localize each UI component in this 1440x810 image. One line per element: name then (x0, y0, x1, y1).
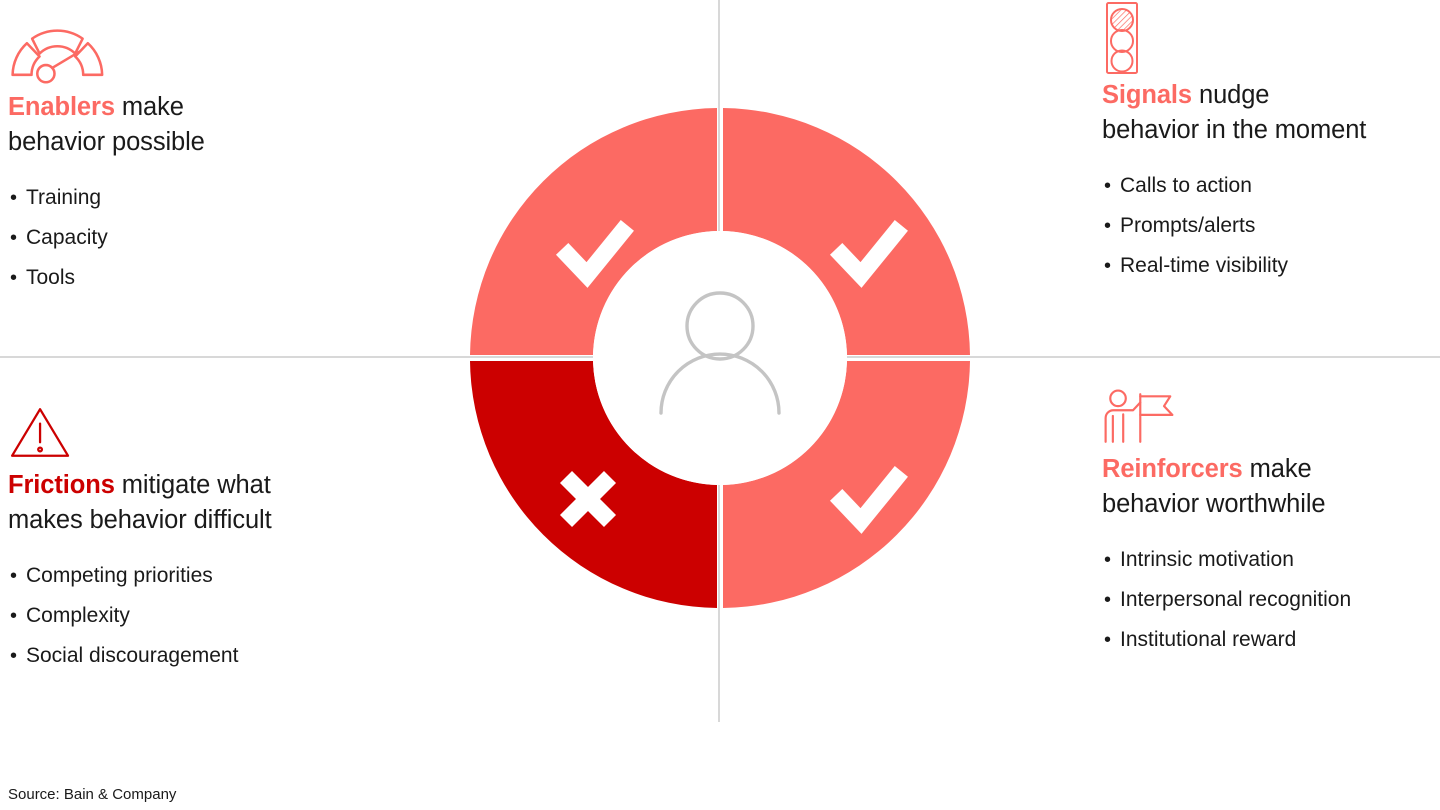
quadrant-frictions: Frictions mitigate what makes behavior d… (8, 404, 428, 676)
list-item: Calls to action (1102, 166, 1440, 206)
source-note: Source: Bain & Company (8, 786, 177, 803)
heading-keyword: Enablers (8, 93, 115, 121)
list-item: Competing priorities (8, 556, 428, 596)
bullet-list-signals: Calls to action Prompts/alerts Real-time… (1102, 166, 1440, 286)
traffic-light-icon (1106, 2, 1138, 74)
list-item: Tools (8, 258, 428, 298)
heading-line2: behavior worthwhile (1102, 490, 1326, 518)
heading-line2: behavior possible (8, 128, 205, 156)
heading-keyword: Reinforcers (1102, 455, 1243, 483)
heading-enablers: Enablers make behavior possible (8, 90, 428, 160)
bullet-list-enablers: Training Capacity Tools (8, 178, 428, 298)
warning-triangle-icon (10, 408, 70, 457)
heading-reinforcers: Reinforcers make behavior worthwhile (1102, 452, 1440, 522)
behavior-donut-chart (470, 108, 970, 608)
heading-line2: behavior in the moment (1102, 116, 1367, 144)
quadrant-signals: Signals nudge behavior in the moment Cal… (1102, 0, 1440, 286)
heading-frictions: Frictions mitigate what makes behavior d… (8, 468, 428, 538)
list-item: Training (8, 178, 428, 218)
list-item: Interpersonal recognition (1102, 580, 1440, 620)
bullet-list-frictions: Competing priorities Complexity Social d… (8, 556, 428, 676)
quadrant-reinforcers: Reinforcers make behavior worthwhile Int… (1102, 388, 1440, 660)
heading-signals: Signals nudge behavior in the moment (1102, 78, 1440, 148)
heading-rest: nudge (1192, 81, 1270, 109)
heading-rest: make (114, 93, 184, 121)
list-item: Complexity (8, 596, 428, 636)
heading-keyword: Frictions (8, 471, 115, 499)
person-flag-icon (1104, 389, 1174, 443)
list-item: Prompts/alerts (1102, 206, 1440, 246)
heading-line2: makes behavior difficult (8, 506, 272, 534)
heading-keyword: Signals (1102, 81, 1192, 109)
heading-rest: mitigate what (114, 471, 271, 499)
bullet-list-reinforcers: Intrinsic motivation Interpersonal recog… (1102, 540, 1440, 660)
list-item: Real-time visibility (1102, 246, 1440, 286)
list-item: Capacity (8, 218, 428, 258)
heading-rest: make (1242, 455, 1312, 483)
list-item: Intrinsic motivation (1102, 540, 1440, 580)
list-item: Institutional reward (1102, 620, 1440, 660)
list-item: Social discouragement (8, 636, 428, 676)
gauge-icon (11, 29, 104, 84)
quadrant-enablers: Enablers make behavior possible Training… (8, 22, 428, 298)
